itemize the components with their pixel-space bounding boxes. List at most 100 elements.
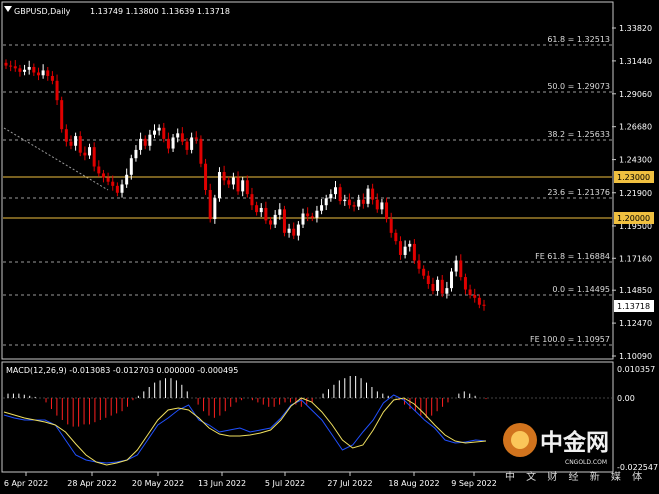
chart-background xyxy=(0,0,659,494)
candle-body xyxy=(153,130,157,135)
candle-body xyxy=(371,188,375,200)
fib-label-fe-61-8: FE 61.8 = 1.16884 xyxy=(535,252,610,261)
time-tick-label: 18 Aug 2022 xyxy=(388,479,439,488)
candle-body xyxy=(199,138,203,164)
candle-body xyxy=(162,127,166,139)
time-tick-label: 5 Jul 2022 xyxy=(265,479,305,488)
candle-body xyxy=(139,138,143,150)
candle-body xyxy=(78,136,82,153)
price-tick-label: 1.12470 xyxy=(619,319,652,328)
candle[interactable] xyxy=(282,205,286,237)
candle-body xyxy=(329,194,333,199)
candle-body xyxy=(83,152,87,156)
candle-body xyxy=(27,66,31,70)
candle-body xyxy=(171,137,175,149)
level-tag-1-23000-text: 1.23000 xyxy=(617,173,650,182)
candle-body xyxy=(23,69,27,72)
candle-body xyxy=(148,134,152,146)
price-tick-label: 1.14850 xyxy=(619,286,652,295)
candle-body xyxy=(338,187,342,202)
candle-body xyxy=(60,100,64,130)
watermark-brand-site: CNGOLD.COM xyxy=(565,459,607,466)
price-tick-label: 1.31440 xyxy=(619,57,652,66)
candle-body xyxy=(255,205,259,213)
candle-body xyxy=(190,137,194,150)
candle-body xyxy=(264,207,268,221)
price-tick-label: 1.24300 xyxy=(619,156,652,165)
candle-body xyxy=(69,141,73,146)
candle-body xyxy=(41,70,45,76)
candle-body xyxy=(333,187,337,195)
candle-body xyxy=(134,149,138,159)
candle[interactable] xyxy=(199,135,203,168)
candle-body xyxy=(194,137,198,139)
time-tick-label: 28 Apr 2022 xyxy=(67,479,116,488)
candle-body xyxy=(143,138,147,146)
candle-body xyxy=(375,199,379,210)
candle-body xyxy=(459,260,463,278)
candle[interactable] xyxy=(204,158,208,195)
candle-body xyxy=(204,163,208,190)
price-tick-label: 1.21900 xyxy=(619,189,652,198)
price-tick-label: 1.10090 xyxy=(619,352,652,361)
candle-body xyxy=(278,209,282,215)
price-tick-label: 1.17160 xyxy=(619,254,652,263)
candle-body xyxy=(445,288,449,294)
candle-body xyxy=(245,180,249,195)
symbol-label: GBPUSD,Daily xyxy=(14,7,71,16)
candle-body xyxy=(46,70,50,76)
candle-body xyxy=(361,199,365,204)
level-tag-1-20000-text: 1.20000 xyxy=(617,214,650,223)
candle-body xyxy=(454,260,458,272)
candle-body xyxy=(417,260,421,269)
candle-body xyxy=(125,174,129,185)
candle-body xyxy=(473,295,477,298)
time-tick-label: 9 Sep 2022 xyxy=(451,479,497,488)
macd-axis-top: 0.010357 xyxy=(617,365,655,374)
candle-body xyxy=(92,147,96,167)
candle-body xyxy=(436,279,440,291)
watermark-brand-cn: 中金网 xyxy=(540,429,609,456)
candle-body xyxy=(389,219,393,233)
candle-body xyxy=(227,180,231,185)
price-tick-label: 1.26680 xyxy=(619,123,652,132)
candle-body xyxy=(380,202,384,210)
candle-body xyxy=(180,133,184,142)
candle-body xyxy=(9,65,13,67)
candle-body xyxy=(101,173,105,178)
candle-body xyxy=(431,283,435,291)
candle-body xyxy=(412,243,416,261)
candle-body xyxy=(301,213,305,225)
fib-label-38-2: 38.2 = 1.25633 xyxy=(547,130,610,139)
time-tick-label: 20 May 2022 xyxy=(132,479,184,488)
fib-label-23-6: 23.6 = 1.21376 xyxy=(547,188,610,197)
candle[interactable] xyxy=(60,96,64,133)
candle-body xyxy=(482,304,486,306)
candle-body xyxy=(120,184,124,193)
macd-axis-bottom: -0.022547 xyxy=(617,463,658,472)
candle-body xyxy=(477,297,481,305)
candle[interactable] xyxy=(450,268,454,292)
candle-body xyxy=(241,180,245,192)
candle-body xyxy=(440,279,444,294)
fib-label-fe-100: FE 100.0 = 1.10957 xyxy=(530,335,610,344)
macd-axis-zero: 0.00 xyxy=(617,394,635,403)
candle[interactable] xyxy=(217,167,221,202)
candle-body xyxy=(310,216,314,218)
candle-body xyxy=(74,136,78,146)
candle-body xyxy=(408,243,412,247)
candle-body xyxy=(273,214,277,225)
candle-body xyxy=(236,177,240,192)
current-price-text: 1.13718 xyxy=(617,302,650,311)
macd-label: MACD(12,26,9) -0.013083 -0.012703 0.0000… xyxy=(6,366,238,375)
candle-body xyxy=(398,241,402,255)
candle-body xyxy=(422,268,426,276)
ohlc-label: 1.13749 1.13800 1.13639 1.13718 xyxy=(90,7,230,16)
candle-body xyxy=(352,205,356,207)
candle-body xyxy=(306,213,310,217)
fib-label-50-0: 50.0 = 1.29073 xyxy=(547,82,610,91)
candle-body xyxy=(324,198,328,206)
candle-body xyxy=(208,189,212,220)
candle-body xyxy=(250,194,254,206)
candle-body xyxy=(50,75,54,81)
